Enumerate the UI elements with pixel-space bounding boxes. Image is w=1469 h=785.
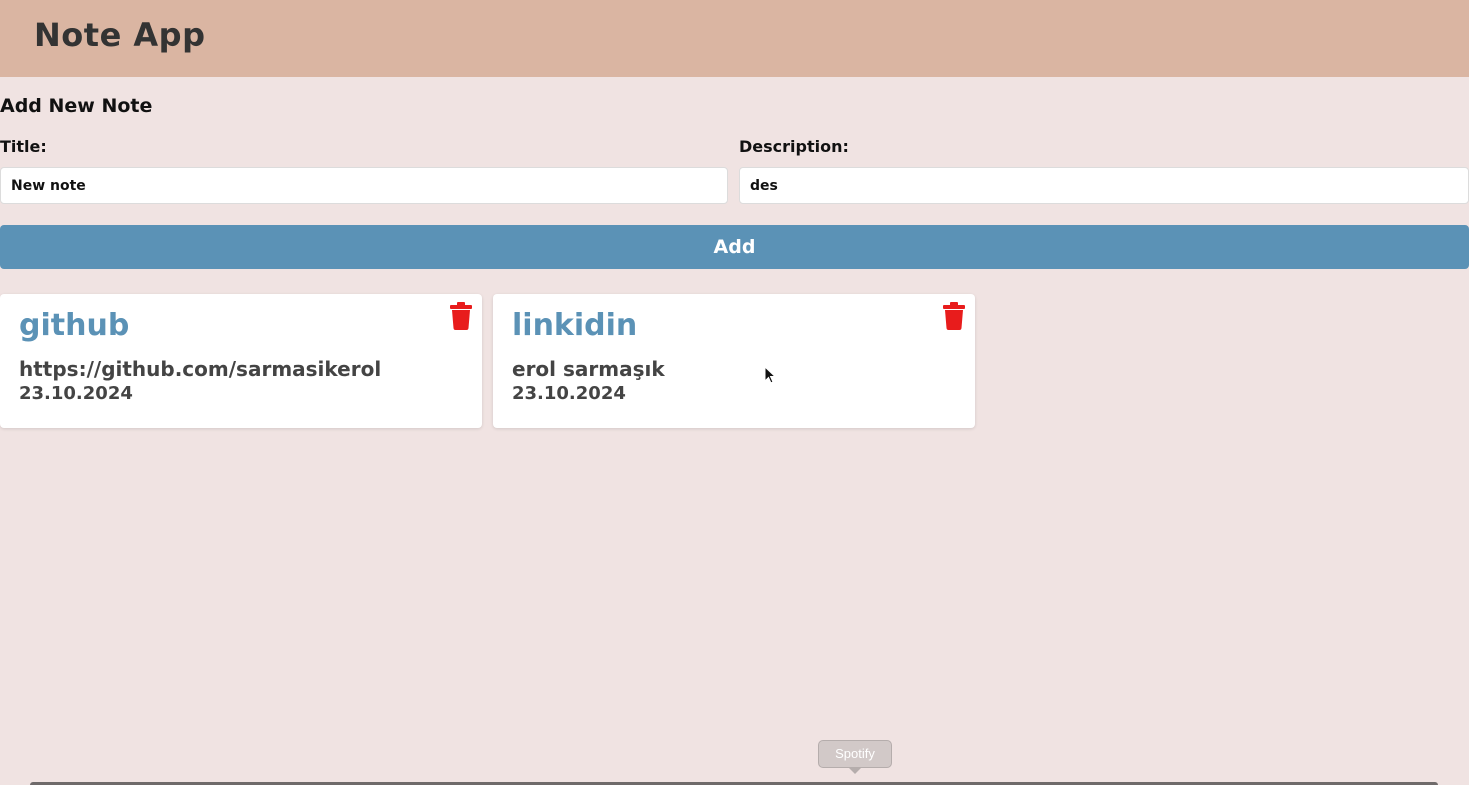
title-label: Title: xyxy=(0,137,47,156)
note-date: 23.10.2024 xyxy=(512,383,626,404)
note-card: github https://github.com/sarmasikerol 2… xyxy=(0,294,482,428)
dock-tooltip: Spotify xyxy=(818,740,892,768)
title-input[interactable] xyxy=(0,167,728,204)
dock-tooltip-tail xyxy=(848,767,862,774)
add-note-heading: Add New Note xyxy=(0,95,153,117)
description-input[interactable] xyxy=(739,167,1469,204)
description-label: Description: xyxy=(739,137,849,156)
app-title: Note App xyxy=(34,16,206,54)
note-date: 23.10.2024 xyxy=(19,383,133,404)
note-title: linkidin xyxy=(512,308,638,343)
note-title: github xyxy=(19,308,130,343)
note-description: https://github.com/sarmasikerol xyxy=(19,357,382,381)
trash-icon xyxy=(450,302,472,330)
note-card: linkidin erol sarmaşık 23.10.2024 xyxy=(493,294,975,428)
add-button[interactable]: Add xyxy=(0,225,1469,269)
trash-icon xyxy=(943,302,965,330)
delete-note-button[interactable] xyxy=(942,302,966,330)
app-header: Note App xyxy=(0,0,1469,77)
delete-note-button[interactable] xyxy=(449,302,473,330)
note-description: erol sarmaşık xyxy=(512,357,665,381)
mouse-pointer-icon xyxy=(764,366,776,384)
note-app-page: Note App Add New Note Title: Description… xyxy=(0,0,1469,785)
